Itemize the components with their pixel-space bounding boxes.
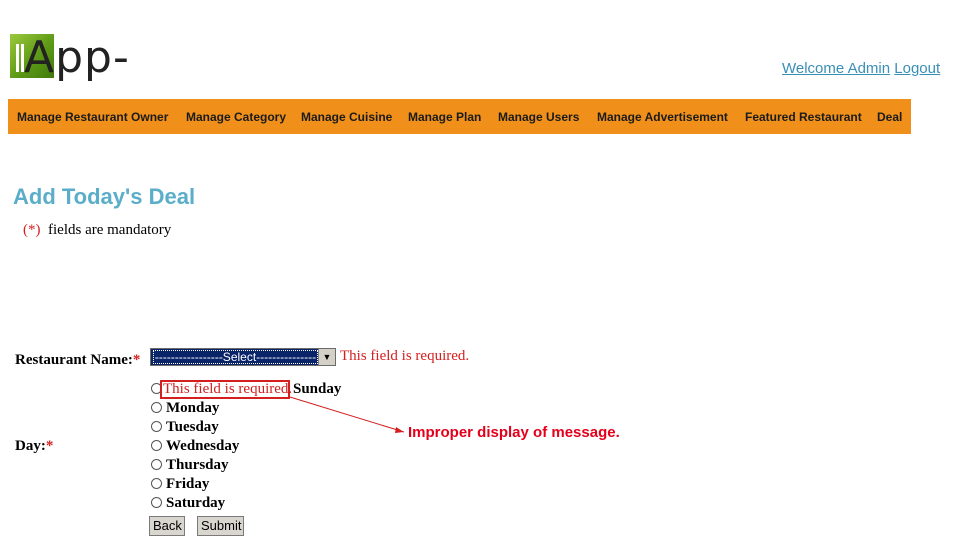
annotation-text: Improper display of message. xyxy=(408,424,620,441)
submit-button[interactable]: Submit xyxy=(197,516,244,536)
back-button[interactable]: Back xyxy=(149,516,185,536)
annotation-arrow-icon xyxy=(289,396,405,433)
